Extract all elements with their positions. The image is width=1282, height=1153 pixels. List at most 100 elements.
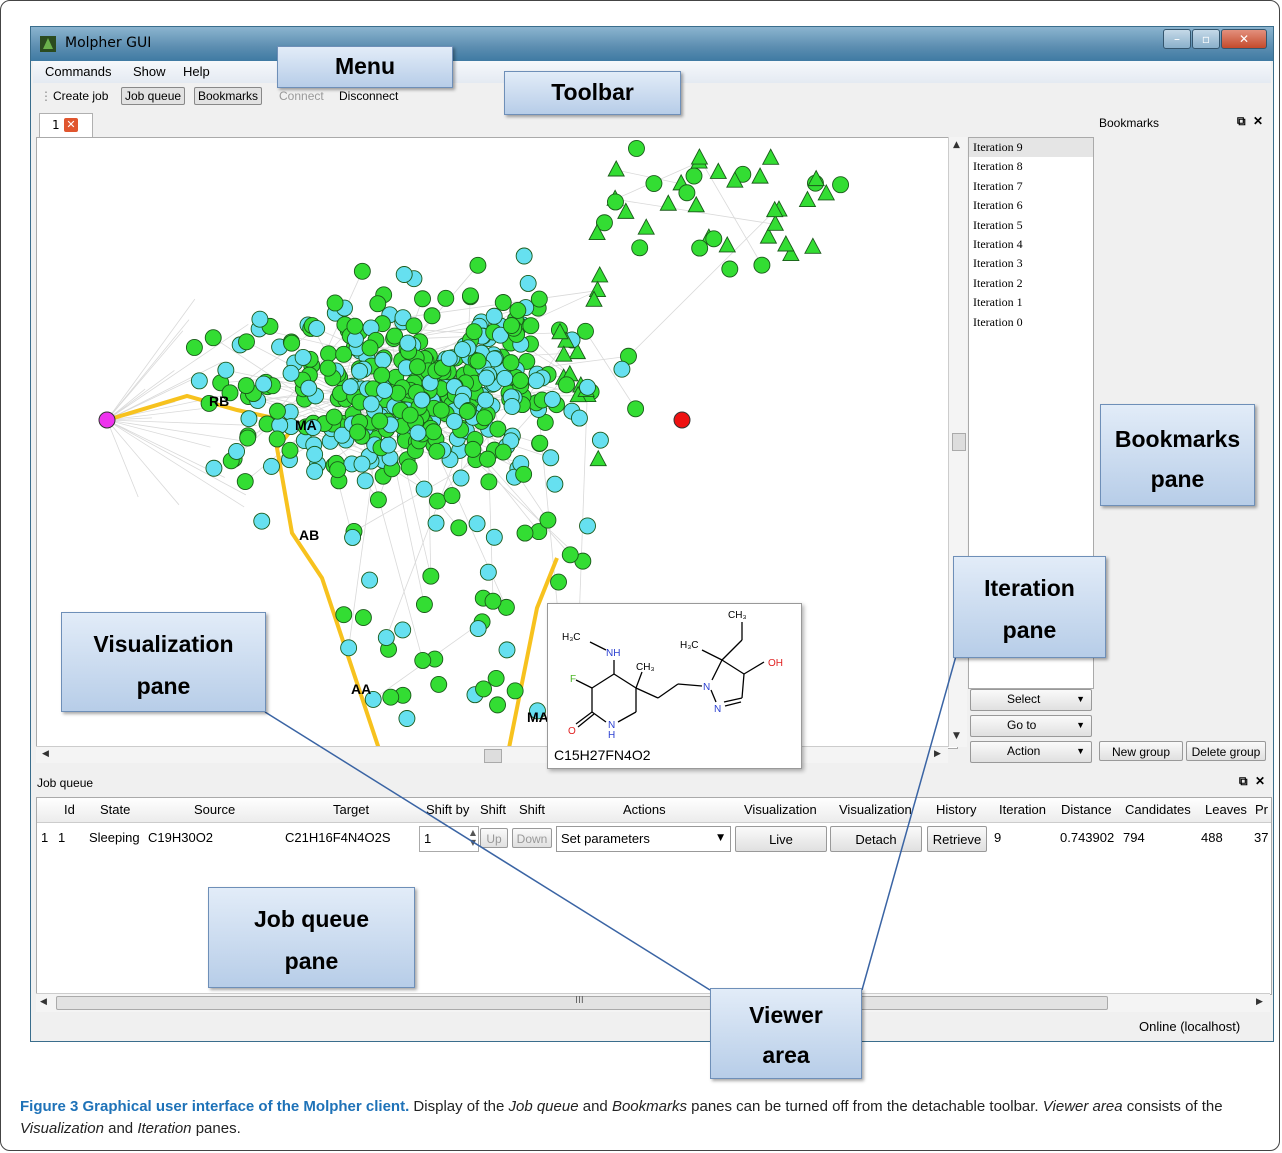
graph-node[interactable] [479, 563, 497, 581]
graph-node[interactable] [425, 423, 443, 441]
iteration-item[interactable]: Iteration 7 [969, 177, 1093, 196]
graph-node[interactable] [325, 408, 343, 426]
graph-node[interactable] [509, 301, 527, 319]
column-header[interactable]: Pr [1255, 802, 1268, 817]
scroll-up-icon[interactable]: ▲ [953, 140, 960, 150]
graph-node[interactable] [494, 294, 512, 311]
cell-distance[interactable]: 0.743902 [1060, 830, 1114, 845]
graph-node[interactable] [469, 256, 487, 274]
cell-source[interactable]: C19H30O2 [148, 830, 213, 845]
graph-node[interactable] [374, 351, 392, 369]
graph-node[interactable] [281, 441, 299, 459]
graph-node[interactable] [485, 528, 503, 546]
graph-node[interactable] [628, 140, 645, 157]
graph-node[interactable] [205, 459, 223, 477]
graph-node-triangle[interactable] [804, 237, 822, 254]
column-header[interactable]: Iteration [999, 802, 1046, 817]
disconnect-button[interactable]: Disconnect [336, 88, 401, 104]
graph-node-triangle[interactable] [659, 194, 678, 211]
vis-vscroll-thumb[interactable] [952, 433, 966, 451]
graph-node[interactable] [376, 381, 394, 399]
cell-iteration[interactable]: 9 [994, 830, 1001, 845]
graph-node[interactable] [440, 349, 458, 367]
table-row[interactable]: 1 1 Sleeping C19H30O2 C21H16F4N4O2S 1 ▲ ▼… [37, 824, 1271, 854]
graph-node[interactable] [399, 334, 417, 352]
connect-button[interactable]: Connect [276, 88, 327, 104]
shift-down-button[interactable]: Down [512, 828, 552, 848]
graph-node[interactable] [413, 391, 431, 409]
graph-node[interactable] [591, 431, 609, 449]
graph-node[interactable] [349, 423, 367, 441]
column-header[interactable]: Id [64, 802, 75, 817]
iteration-item[interactable]: Iteration 5 [969, 216, 1093, 235]
graph-node[interactable] [379, 436, 397, 454]
graph-node[interactable] [294, 349, 312, 366]
action-dropdown[interactable]: Action ▼ [970, 741, 1092, 763]
graph-node[interactable] [478, 369, 495, 387]
graph-node[interactable] [409, 358, 426, 376]
graph-node[interactable] [613, 360, 631, 378]
graph-node[interactable] [283, 334, 301, 352]
iteration-item[interactable]: Iteration 6 [969, 196, 1093, 215]
graph-node[interactable] [645, 175, 663, 192]
graph-node[interactable] [415, 596, 433, 613]
cell-leaves[interactable]: 488 [1201, 830, 1223, 845]
graph-node[interactable] [271, 416, 289, 434]
graph-node[interactable] [414, 290, 431, 308]
graph-node[interactable] [300, 379, 318, 397]
iteration-item[interactable]: Iteration 0 [969, 313, 1093, 332]
graph-node[interactable] [394, 621, 412, 639]
graph-node[interactable] [185, 339, 203, 356]
graph-node[interactable] [401, 406, 419, 424]
graph-node[interactable] [685, 167, 703, 185]
float-pane-icon[interactable]: ⧉ [1237, 114, 1246, 129]
graph-node[interactable] [480, 473, 498, 491]
close-pane-icon[interactable]: ✕ [1253, 114, 1263, 128]
column-header[interactable]: Visualization [744, 802, 817, 817]
graph-node[interactable] [437, 289, 455, 307]
graph-node-triangle[interactable] [589, 449, 607, 467]
graph-node[interactable] [452, 469, 470, 487]
graph-node[interactable] [461, 287, 479, 305]
graph-node[interactable] [469, 352, 487, 370]
iteration-item[interactable]: Iteration 4 [969, 235, 1093, 254]
graph-node[interactable] [498, 641, 516, 659]
graph-node[interactable] [496, 370, 514, 387]
graph-node[interactable] [356, 472, 374, 490]
iteration-item[interactable]: Iteration 1 [969, 293, 1093, 312]
scroll-right-icon[interactable]: ▶ [934, 749, 941, 759]
graph-node[interactable] [369, 491, 387, 509]
graph-node[interactable] [361, 339, 379, 357]
graph-node[interactable] [546, 475, 564, 493]
graph-node[interactable] [377, 629, 395, 647]
graph-node[interactable] [341, 378, 359, 396]
graph-node[interactable] [344, 529, 362, 546]
spin-arrows-icon[interactable]: ▲ ▼ [470, 828, 476, 848]
graph-node[interactable] [239, 429, 257, 447]
graph-node[interactable] [489, 696, 506, 714]
scroll-down-icon[interactable]: ▼ [953, 731, 960, 741]
graph-node[interactable] [190, 372, 208, 390]
column-header[interactable]: Distance [1061, 802, 1112, 817]
graph-node[interactable] [543, 390, 561, 408]
graph-node[interactable] [721, 260, 739, 278]
float-pane-icon[interactable]: ⧉ [1239, 774, 1248, 789]
graph-node[interactable] [678, 184, 696, 202]
graph-node[interactable] [306, 462, 324, 480]
source-node[interactable] [98, 411, 116, 429]
graph-node[interactable] [423, 307, 441, 325]
graph-node[interactable] [335, 606, 353, 624]
graph-node[interactable] [607, 193, 624, 211]
graph-node-triangle[interactable] [590, 265, 609, 283]
graph-node-triangle[interactable] [777, 235, 795, 252]
graph-node[interactable] [469, 620, 487, 638]
detach-button[interactable]: Detach [830, 826, 922, 852]
graph-node[interactable] [351, 362, 369, 380]
graph-node[interactable] [217, 361, 235, 379]
column-header[interactable]: Shift by [426, 802, 469, 817]
column-header[interactable]: Shift [480, 802, 506, 817]
graph-node[interactable] [282, 364, 300, 382]
graph-node[interactable] [255, 375, 273, 393]
iteration-item[interactable]: Iteration 3 [969, 254, 1093, 273]
close-window-button[interactable]: ✕ [1221, 29, 1267, 49]
